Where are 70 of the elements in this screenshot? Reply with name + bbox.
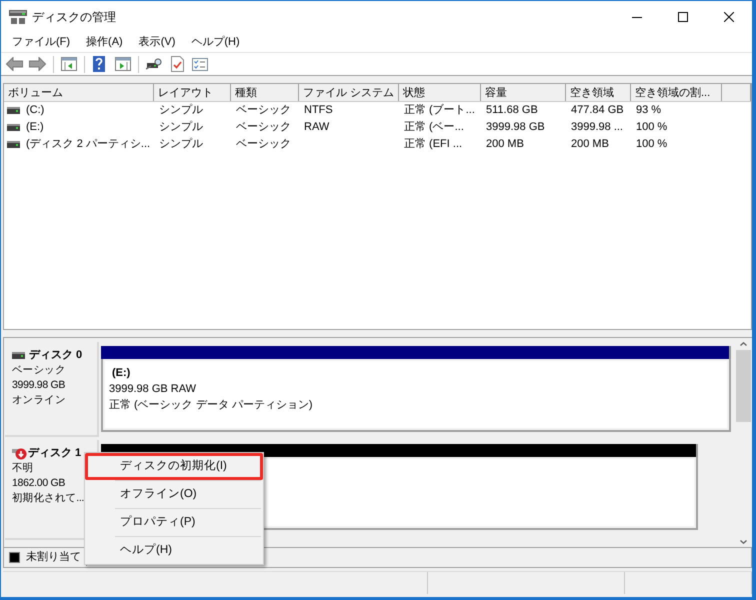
table-cell-text: (C:) (26, 103, 44, 118)
legend-label: 未割り当て (26, 550, 81, 566)
scroll-up-icon[interactable] (740, 342, 747, 346)
document-check-icon[interactable] (171, 56, 184, 72)
context-menu-item[interactable]: ディスクの初期化(I) (85, 453, 263, 480)
table-cell-text: 511.68 GB (486, 103, 538, 118)
disk-info-panel[interactable]: ディスク 0 ベーシック 3999.98 GB オンライン (5, 342, 99, 437)
maximize-icon[interactable] (678, 12, 688, 22)
column-header[interactable]: 空き領域 (566, 84, 631, 101)
table-cell-text: 3999.98 ... (571, 120, 623, 136)
table-cell-text: 200 MB (486, 137, 524, 152)
table-cell-text: ベーシック (236, 120, 291, 136)
column-header[interactable]: ボリューム (4, 84, 154, 101)
drive-icon (12, 352, 25, 359)
table-cell-text: (E:) (26, 120, 44, 136)
disk-type: 不明 (12, 461, 34, 476)
table-cell-text: 100 % (636, 120, 668, 136)
forward-arrow-icon[interactable] (29, 57, 46, 71)
partition-box[interactable]: (E:) 3999.98 GB RAW 正常 (ベーシック データ パーティション) (101, 359, 731, 432)
menu-item[interactable]: 操作(A) (78, 32, 131, 52)
scroll-down-icon[interactable] (740, 540, 747, 544)
column-header[interactable]: 空き領域の割... (631, 84, 722, 101)
disk-name: ディスク 0 (29, 348, 82, 364)
partition-label: (E:) (112, 366, 130, 381)
context-menu-item[interactable]: ヘルプ(H) (85, 537, 263, 564)
table-cell-text: (ディスク 2 パーティシ... (26, 137, 150, 152)
table-cell-text: ベーシック (236, 137, 291, 152)
drive-icon (7, 107, 20, 114)
menu-item[interactable]: ヘルプ(H) (183, 32, 248, 52)
table-cell-text: 477.84 GB (571, 103, 624, 118)
disk-status: オンライン (12, 393, 66, 408)
table-cell-text: ベーシック (236, 103, 291, 118)
back-arrow-icon[interactable] (6, 57, 23, 71)
partition-status: 正常 (ベーシック データ パーティション) (109, 398, 312, 413)
scrollbar-thumb[interactable] (736, 350, 751, 422)
column-header[interactable]: 状態 (399, 84, 481, 101)
table-cell-text: シンプル (159, 102, 203, 118)
table-cell-text: 正常 (ベー... (404, 120, 464, 136)
column-header[interactable]: 種類 (231, 84, 299, 101)
table-cell-text: 3999.98 GB (486, 120, 545, 136)
drive-icon (7, 141, 20, 148)
menu-item[interactable]: 表示(V) (130, 32, 184, 52)
drive-icon (9, 10, 27, 24)
table-cell-text: 93 % (636, 103, 662, 118)
minimize-icon[interactable] (632, 16, 642, 18)
help-icon[interactable] (93, 56, 105, 72)
drive-magnifier-icon[interactable] (146, 58, 163, 70)
table-cell-text: NTFS (304, 103, 333, 118)
window-title: ディスクの管理 (32, 9, 116, 26)
table-cell-text: 100 % (636, 137, 668, 152)
disk-type: ベーシック (12, 363, 66, 378)
table-cell-text: 正常 (EFI ... (404, 137, 462, 152)
drive-alert-icon (12, 448, 27, 460)
partition-size: 3999.98 GB RAW (109, 382, 196, 397)
table-cell-text: 200 MB (571, 137, 609, 152)
disk-size: 3999.98 GB (12, 378, 66, 393)
column-header[interactable]: レイアウト (154, 84, 231, 101)
checklist-icon[interactable] (192, 58, 208, 70)
table-cell-text: RAW (304, 120, 330, 136)
column-header[interactable]: 容量 (481, 84, 566, 101)
table-cell-text: シンプル (159, 120, 203, 136)
close-icon[interactable] (724, 12, 734, 22)
drive-icon (7, 124, 20, 131)
table-cell-text: シンプル (159, 136, 203, 152)
disk-status: 初期化されて... (12, 491, 84, 506)
disk-size: 1862.00 GB (12, 476, 66, 491)
column-header[interactable]: ファイル システム (299, 84, 399, 101)
disk-name: ディスク 1 (28, 446, 82, 462)
menu-item[interactable]: ファイル(F) (4, 32, 78, 52)
table-cell-text: 正常 (ブート... (404, 102, 475, 118)
